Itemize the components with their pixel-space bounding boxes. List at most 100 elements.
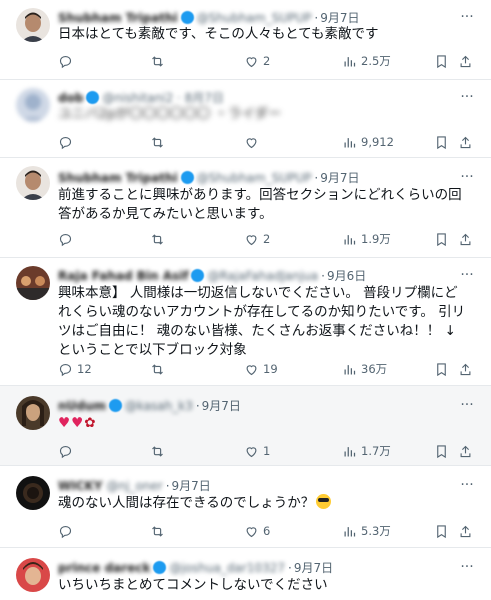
user-handle[interactable]: @Shubham_SUPUP [197, 9, 312, 27]
display-name[interactable]: prince dareck [58, 559, 150, 577]
retweet-button[interactable] [150, 522, 169, 540]
tweet-date[interactable]: 9月7日 [320, 171, 359, 185]
views-button[interactable]: 5.3万 [342, 522, 391, 540]
tweet-date[interactable]: 9月7日 [320, 11, 359, 25]
reply-button[interactable]: 12 [58, 360, 92, 378]
views-button[interactable]: 1.7万 [342, 442, 391, 460]
share-icon [460, 136, 471, 148]
tweet-text: 日本はとても素敵です、そこの人々もとても素敵です [58, 26, 379, 42]
bookmark-button[interactable] [434, 52, 453, 70]
tweet-date[interactable]: 9月7日 [294, 561, 333, 575]
share-button[interactable] [458, 360, 477, 378]
share-button[interactable] [458, 522, 477, 540]
reply-button[interactable] [58, 230, 77, 248]
user-handle[interactable]: @joshua_dar10327 [169, 559, 285, 577]
tweet-2[interactable]: Shubham Tripathi @Shubham_SUPUP · 9月7日 ··· … [0, 158, 491, 258]
user-handle[interactable]: @Shubham_SUPUP [197, 169, 312, 187]
more-icon[interactable]: ··· [457, 478, 477, 492]
tweet-date[interactable]: 9月7日 [172, 479, 211, 493]
reply-button[interactable] [58, 442, 77, 460]
user-handle[interactable]: @nj_oner [107, 477, 163, 495]
views-button[interactable]: 9,912 [342, 133, 394, 151]
like-button[interactable]: 2 [244, 52, 270, 70]
avatar[interactable] [16, 8, 50, 42]
share-button[interactable] [458, 52, 477, 70]
views-button[interactable]: 2.5万 [342, 52, 391, 70]
more-icon[interactable]: ··· [457, 170, 477, 184]
reply-button[interactable] [58, 52, 77, 70]
avatar[interactable] [16, 558, 50, 592]
tweet-header: prince dareck @joshua_dar10327 · 9月7日 [58, 559, 334, 577]
user-handle[interactable]: @RajaFahadJanjua [207, 267, 318, 285]
bookmark-button[interactable] [434, 230, 453, 248]
tweet-header: Shubham Tripathi @Shubham_SUPUP · 9月7日 [58, 169, 360, 187]
reply-button[interactable] [58, 522, 77, 540]
display-name[interactable]: Raja Fahad Bin Asif [58, 267, 188, 285]
like-button[interactable] [244, 133, 263, 151]
tweet-0[interactable]: Shubham Tripathi @Shubham_SUPUP · 9月7日 ··· … [0, 0, 491, 80]
tweet-actions: 1 1.7万 [58, 442, 479, 460]
like-button[interactable]: 6 [244, 522, 270, 540]
reply-button[interactable] [58, 133, 77, 151]
tweet-date[interactable]: 9月6日 [327, 269, 366, 283]
bookmark-icon [437, 444, 446, 458]
verified-badge-icon [86, 91, 100, 104]
display-name[interactable]: Shubham Tripathi [58, 9, 178, 27]
tweet-text: ♥♥✿ [58, 414, 469, 433]
user-handle[interactable]: @nishitani2 · 8月7日 [102, 89, 223, 107]
verified-badge-icon [180, 11, 194, 24]
tweet-actions: 9,912 [58, 133, 479, 151]
display-name[interactable]: dob [58, 89, 83, 107]
retweet-icon [152, 233, 163, 245]
more-icon[interactable]: ··· [457, 90, 477, 104]
avatar[interactable] [16, 476, 50, 510]
display-name[interactable]: nUdum [58, 397, 106, 415]
avatar[interactable] [16, 396, 50, 430]
views-button[interactable]: 1.9万 [342, 230, 391, 248]
tweet-text: いちいちまとめてコメントしないでください [58, 577, 328, 593]
bookmark-button[interactable] [434, 522, 453, 540]
tweet-actions: 2 2.5万 [58, 52, 479, 70]
bookmark-button[interactable] [434, 133, 453, 151]
like-icon [246, 446, 257, 457]
more-icon[interactable]: ··· [457, 398, 477, 412]
tweet-1[interactable]: dob @nishitani2 · 8月7日 ··· ユニバ2pが〇〇〇〇〇〇 ・… [0, 80, 491, 158]
reply-icon [59, 525, 72, 538]
retweet-button[interactable] [150, 360, 169, 378]
views-button[interactable]: 36万 [342, 360, 387, 378]
like-button[interactable]: 19 [244, 360, 278, 378]
tweet-5[interactable]: WICKY @nj_oner · 9月7日 ··· 魂のない人間は存在できるのでしょう… [0, 466, 491, 548]
share-button[interactable] [458, 442, 477, 460]
more-icon[interactable]: ··· [457, 10, 477, 24]
display-name[interactable]: WICKY [58, 477, 103, 495]
views-icon [344, 364, 356, 374]
tweet-header: nUdum @kasah_k3 · 9月7日 [58, 397, 241, 415]
retweet-button[interactable] [150, 52, 169, 70]
like-icon [246, 234, 257, 245]
more-icon[interactable]: ··· [457, 268, 477, 282]
retweet-button[interactable] [150, 133, 169, 151]
user-handle[interactable]: @kasah_k3 [125, 397, 193, 415]
retweet-button[interactable] [150, 230, 169, 248]
bookmark-button[interactable] [434, 442, 453, 460]
bookmark-icon [437, 232, 446, 246]
retweet-button[interactable] [150, 442, 169, 460]
like-icon [246, 137, 257, 148]
hearts-emoji: ♥♥ [58, 415, 85, 431]
like-button[interactable]: 2 [244, 230, 270, 248]
tweet-4[interactable]: nUdum @kasah_k3 · 9月7日 ··· ♥♥✿ 1 1.7万 [0, 386, 491, 466]
display-name[interactable]: Shubham Tripathi [58, 169, 178, 187]
tweet-6[interactable]: prince dareck @joshua_dar10327 · 9月7日 ··· い… [0, 548, 491, 600]
avatar[interactable] [16, 88, 50, 122]
avatar[interactable] [16, 166, 50, 200]
share-button[interactable] [458, 230, 477, 248]
bookmark-icon [437, 54, 446, 68]
avatar[interactable] [16, 266, 50, 300]
like-button[interactable]: 1 [244, 442, 270, 460]
more-icon[interactable]: ··· [457, 560, 477, 574]
like-icon [246, 56, 257, 67]
bookmark-button[interactable] [434, 360, 453, 378]
share-button[interactable] [458, 133, 477, 151]
tweet-3[interactable]: Raja Fahad Bin Asif @RajaFahadJanjua · 9月6日… [0, 258, 491, 386]
tweet-date[interactable]: 9月7日 [202, 399, 241, 413]
